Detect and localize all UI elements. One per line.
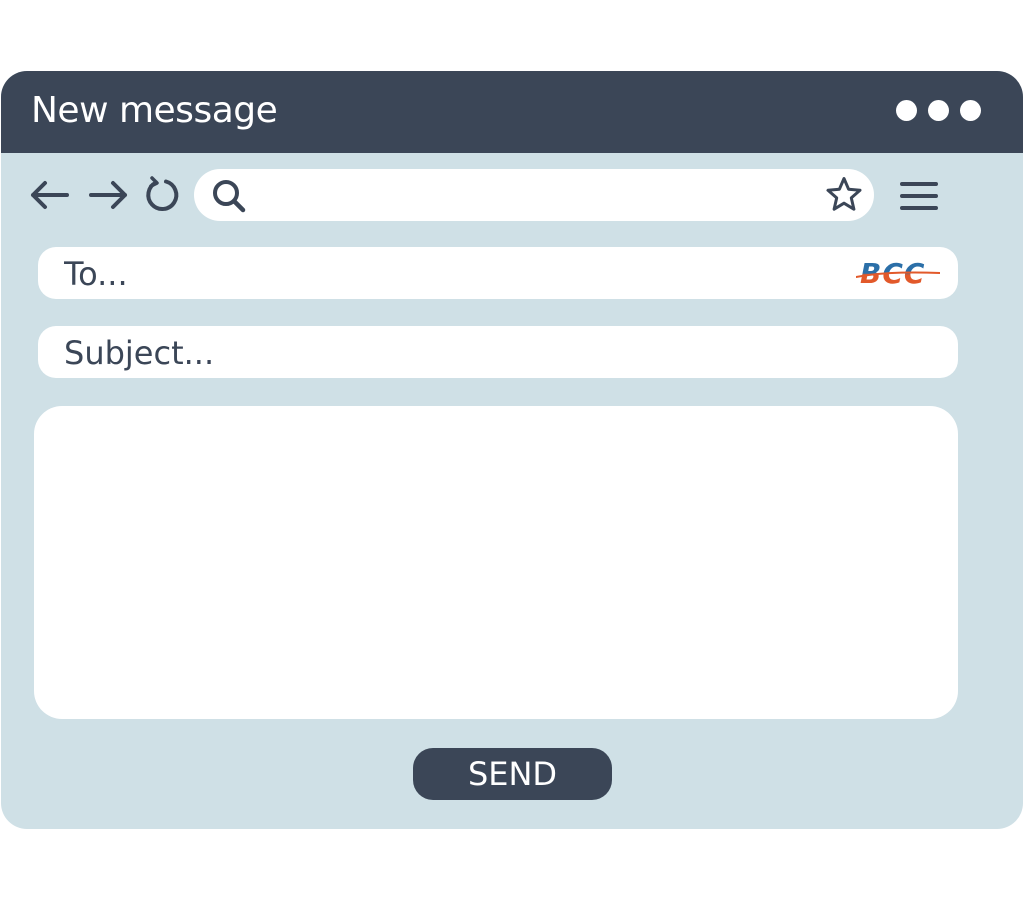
refresh-button[interactable]	[139, 175, 185, 215]
bcc-label: BCC	[860, 256, 940, 292]
forward-arrow-icon	[89, 181, 127, 209]
star-icon[interactable]	[824, 175, 864, 215]
dot	[960, 100, 981, 121]
back-arrow-icon	[31, 181, 69, 209]
subject-input[interactable]	[62, 332, 846, 374]
more-dots-icon[interactable]	[896, 100, 981, 121]
forward-button[interactable]	[86, 175, 132, 215]
to-field[interactable]: BCC	[38, 247, 958, 299]
title-bar: New message	[1, 71, 1023, 153]
compose-window: New message To... BCC Subject... SEND	[1, 71, 1023, 829]
address-bar[interactable]	[194, 169, 874, 221]
window-title: New message	[31, 90, 278, 131]
message-body-input[interactable]	[58, 426, 938, 703]
message-body[interactable]	[34, 406, 958, 719]
back-button[interactable]	[26, 175, 72, 215]
refresh-icon	[146, 176, 179, 211]
subject-field[interactable]	[38, 326, 958, 378]
to-input[interactable]	[62, 253, 846, 295]
dot	[928, 100, 949, 121]
search-icon[interactable]	[210, 177, 248, 215]
address-input[interactable]	[258, 177, 812, 215]
bcc-button[interactable]: BCC	[856, 256, 940, 292]
menu-icon[interactable]	[898, 177, 940, 215]
send-button[interactable]: SEND	[413, 748, 612, 800]
dot	[896, 100, 917, 121]
